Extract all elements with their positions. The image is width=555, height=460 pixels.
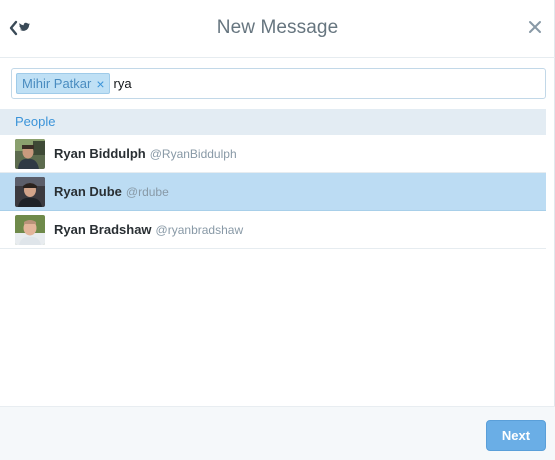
close-button[interactable] [527,19,543,35]
person-handle: @rdube [125,184,169,199]
close-icon [529,21,541,33]
person-handle: @ryanbradshaw [155,222,244,237]
remove-recipient-icon[interactable]: × [96,77,104,91]
recipient-token-label: Mihir Patkar [22,76,92,91]
recipient-search-input[interactable] [113,76,414,91]
recipient-token[interactable]: Mihir Patkar × [16,73,110,94]
avatar [15,176,45,207]
person-name: Ryan Dube [54,184,122,199]
people-results-list: Ryan Biddulph @RyanBiddulph Ryan Dube @r… [0,135,546,249]
avatar [15,214,45,245]
new-message-dialog: New Message Mihir Patkar × People [0,0,555,460]
list-item[interactable]: Ryan Biddulph @RyanBiddulph [0,135,546,173]
dialog-title: New Message [216,17,339,38]
person-handle: @RyanBiddulph [149,146,237,161]
person-name: Ryan Bradshaw [54,222,152,237]
list-item-selected[interactable]: Ryan Dube @rdube [0,173,546,211]
recipient-search-box[interactable]: Mihir Patkar × [11,68,546,99]
dialog-header: New Message [0,0,555,58]
avatar [15,138,45,169]
list-item[interactable]: Ryan Bradshaw @ryanbradshaw [0,211,546,249]
dialog-footer: Next [0,406,555,460]
people-section-header: People [0,109,546,135]
next-button[interactable]: Next [486,420,546,451]
person-name: Ryan Biddulph [54,146,146,161]
